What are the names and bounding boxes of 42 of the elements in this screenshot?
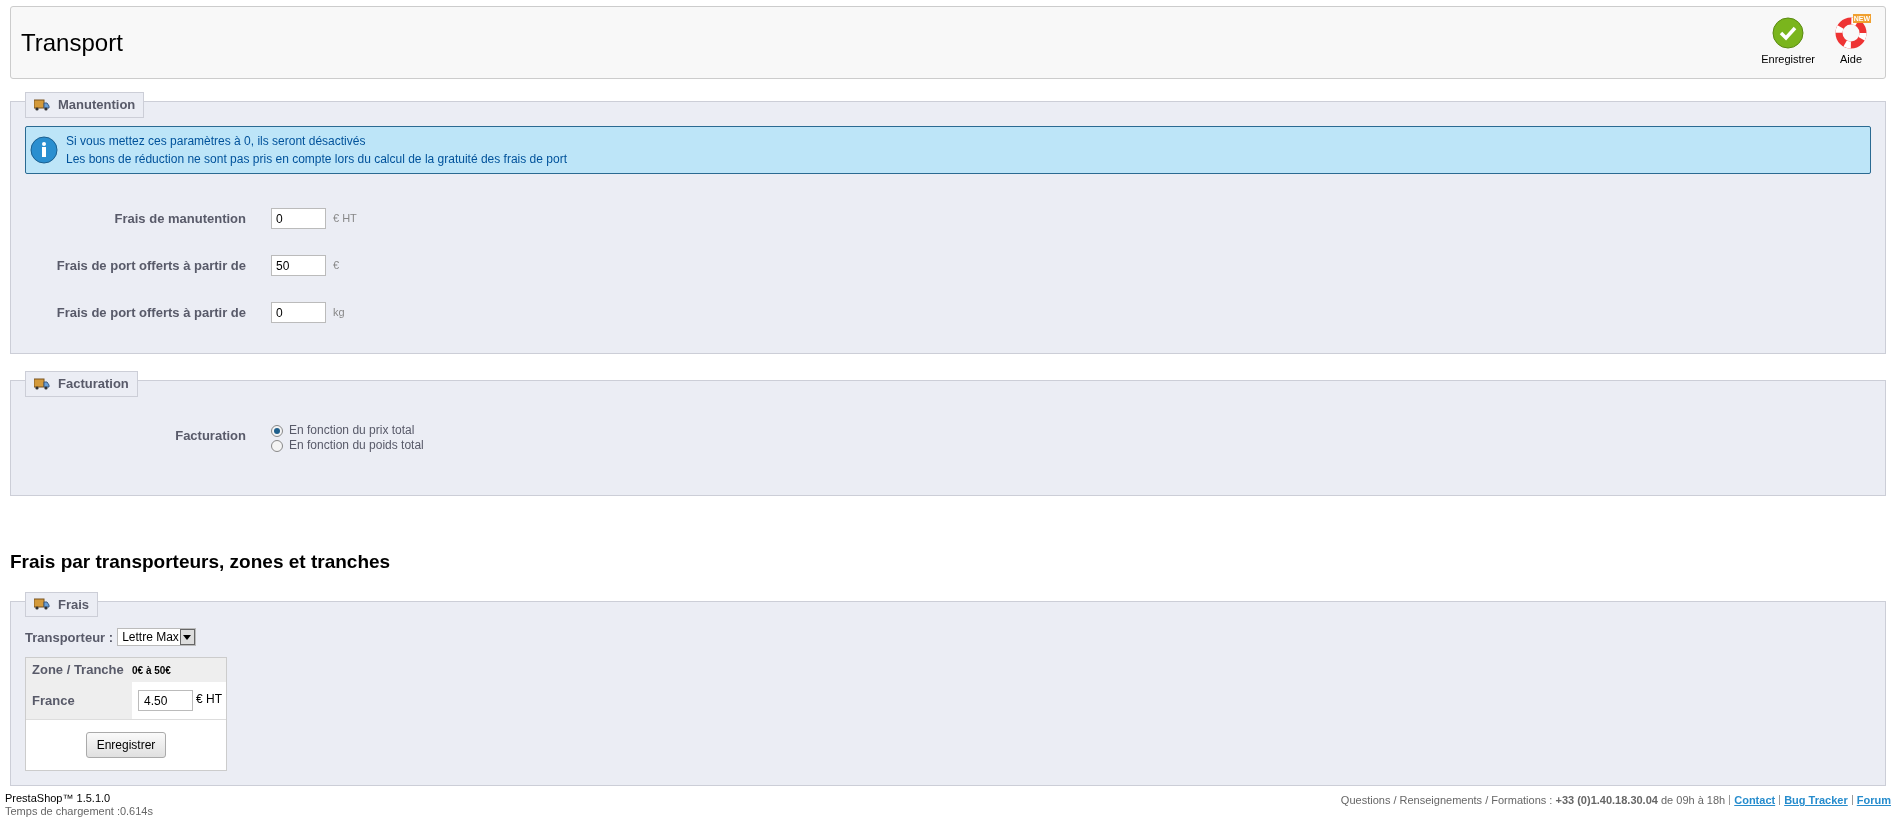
price-field[interactable]: 4.50 [138, 690, 193, 711]
field-label: Frais de manutention [113, 209, 247, 228]
field-label: Facturation [174, 427, 247, 445]
field-label: Frais de port offerts à partir de [55, 256, 247, 275]
info-icon [30, 136, 58, 164]
save-button[interactable]: Enregistrer [85, 732, 167, 758]
truck-icon [34, 598, 50, 611]
version-text: PrestaShop™ 1.5.1.0 [5, 792, 112, 805]
carrier-select[interactable]: Lettre Max [117, 628, 196, 647]
toolbar-button[interactable]: Enregistrer [1761, 17, 1815, 68]
radio-label: En fonction du poids total [289, 438, 424, 453]
input-field[interactable]: 50 [271, 255, 326, 276]
radio-label: En fonction du prix total [289, 423, 415, 438]
carrier-label: Transporteur : [25, 628, 114, 647]
unit-text: kg [333, 305, 345, 321]
caret-icon [179, 629, 195, 646]
footer-link[interactable]: Forum [1856, 792, 1891, 809]
column-header: Zone / Tranche [31, 661, 125, 680]
unit-text: € [333, 258, 340, 274]
input-field[interactable]: 0 [271, 208, 326, 229]
unit-text: € HT [196, 691, 222, 708]
footer-link[interactable]: Bug Tracker [1784, 792, 1848, 809]
zone-cell: France [26, 682, 132, 719]
checkmark-icon [1772, 17, 1805, 50]
unit-text: € HT [333, 211, 357, 227]
page-title: Transport [21, 27, 123, 58]
radio-button[interactable] [271, 439, 283, 452]
field-label: Frais de port offerts à partir de [55, 303, 247, 322]
legend-text: Frais [58, 595, 90, 614]
legend-text: Facturation [58, 375, 129, 393]
load-time-text: Temps de chargement :0.614s [5, 805, 153, 818]
legend-text: Manutention [58, 96, 136, 114]
truck-icon [34, 377, 50, 390]
section-heading: Frais par transporteurs, zones et tranches [10, 550, 392, 574]
truck-icon [34, 98, 50, 111]
footer-link[interactable]: Contact [1734, 792, 1776, 809]
radio-button[interactable] [271, 424, 283, 437]
input-field[interactable]: 0 [271, 302, 326, 323]
contact-info-text: Questions / Renseignements / Formations : +33 (0)1.40.18.30.04 de 09h à 18h [1340, 793, 1726, 808]
info-text: Si vous mettez ces paramètres à 0, ils seront désactivés [66, 133, 367, 150]
info-text: Les bons de réduction ne sont pas pris en compte lors du calcul de la gratuité des frais de port [66, 151, 567, 168]
column-header: 0€ à 50€ [132, 663, 171, 678]
